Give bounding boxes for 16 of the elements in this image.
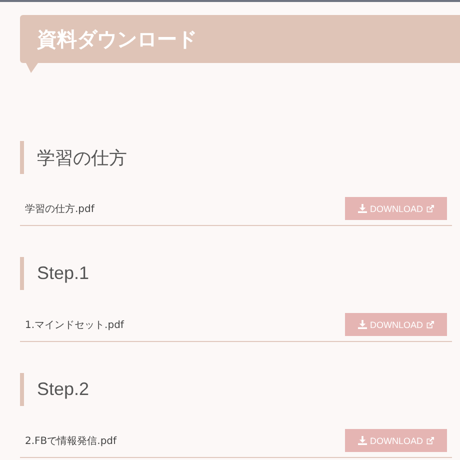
download-icon [358,320,367,329]
section-heading: Step.1 [20,257,452,290]
download-button[interactable]: DOWNLOAD [345,429,447,452]
section-heading: Step.2 [20,373,452,406]
download-button[interactable]: DOWNLOAD [345,197,447,220]
download-icon [358,436,367,445]
file-name: 学習の仕方.pdf [25,202,94,216]
file-name: 2.FBで情報発信.pdf [25,434,117,448]
external-link-icon [426,320,434,328]
external-link-icon [426,204,434,212]
file-name: 1.マインドセット.pdf [25,318,124,332]
external-link-icon [426,436,434,444]
page-title: 資料ダウンロード [37,26,197,52]
download-button[interactable]: DOWNLOAD [345,313,447,336]
download-icon [358,204,367,213]
section-heading: 学習の仕方 [20,141,452,174]
